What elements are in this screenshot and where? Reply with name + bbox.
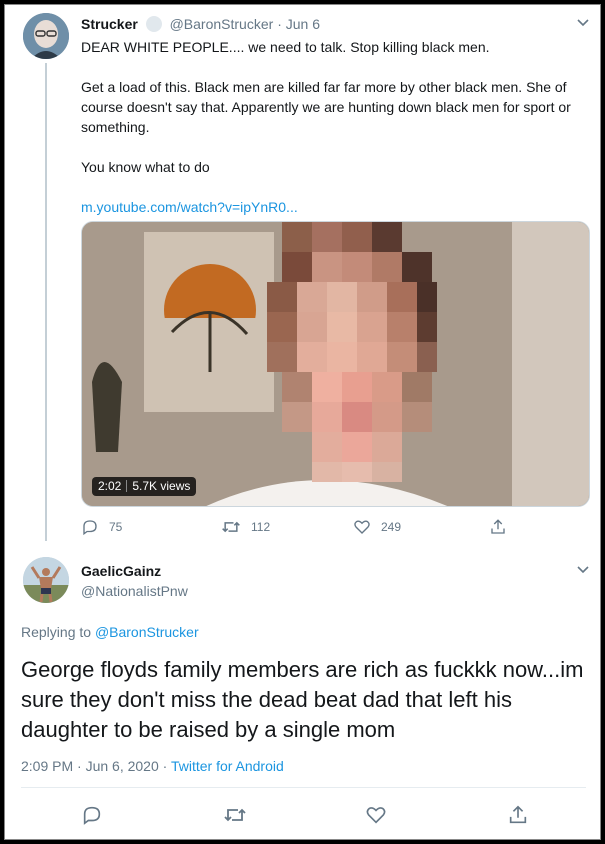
- tweet-thread-frame: Strucker @BaronStrucker · Jun 6 DEAR WHI…: [4, 4, 601, 840]
- replying-to-handle[interactable]: @BaronStrucker: [95, 624, 199, 640]
- tweet-header: Strucker @BaronStrucker · Jun 6: [81, 15, 320, 33]
- video-duration: 2:02: [98, 479, 122, 493]
- like-button[interactable]: [365, 805, 387, 825]
- retweet-button[interactable]: [223, 805, 247, 825]
- reply-icon: [83, 520, 97, 536]
- divider: [21, 787, 586, 788]
- tweet-date[interactable]: Jun 6: [286, 16, 320, 32]
- replying-to-line: Replying to @BaronStrucker: [21, 623, 199, 641]
- tweet-text-line: DEAR WHITE PEOPLE.... we need to talk. S…: [81, 39, 490, 55]
- video-duration-badge: 2:02 5.7K views: [92, 477, 197, 496]
- video-views: 5.7K views: [132, 479, 191, 493]
- video-player[interactable]: 2:02 5.7K views: [81, 221, 590, 507]
- retweet-icon: [222, 521, 240, 533]
- thread-connector-line: [45, 63, 47, 541]
- retweet-icon: [224, 808, 246, 822]
- tweet-actions: 75 112 249: [81, 517, 521, 537]
- verified-icon: [145, 16, 162, 32]
- like-count: 249: [381, 520, 402, 534]
- youtube-link[interactable]: m.youtube.com/watch?v=ipYnR0...: [81, 197, 586, 217]
- reply-icon: [83, 806, 101, 825]
- tweet-actions: [5, 805, 600, 829]
- reply-count: 75: [109, 520, 123, 534]
- tweet-meta: 2:09 PM · Jun 6, 2020 · Twitter for Andr…: [21, 757, 284, 775]
- reply-text: George floyds family members are rich as…: [21, 657, 584, 742]
- tweet-text-line: You know what to do: [81, 159, 210, 175]
- retweet-count: 112: [251, 520, 271, 534]
- separator: ·: [277, 16, 282, 32]
- tweet-text-line: Get a load of this. Black men are killed…: [81, 79, 571, 135]
- share-button[interactable]: [489, 517, 507, 537]
- avatar[interactable]: [23, 13, 69, 59]
- reply-button[interactable]: 75: [81, 517, 122, 537]
- like-icon: [366, 807, 386, 824]
- retweet-button[interactable]: 112: [221, 517, 270, 537]
- tweet-timestamp[interactable]: 2:09 PM · Jun 6, 2020 ·: [21, 758, 167, 774]
- share-icon: [491, 519, 505, 534]
- handle[interactable]: @BaronStrucker: [170, 16, 274, 32]
- replying-prefix: Replying to: [21, 624, 92, 640]
- like-icon: [354, 520, 370, 534]
- tweet-text: DEAR WHITE PEOPLE.... we need to talk. S…: [81, 37, 586, 217]
- chevron-down-icon[interactable]: [576, 562, 590, 576]
- share-icon: [509, 805, 527, 824]
- display-name[interactable]: GaelicGainz: [81, 562, 161, 580]
- like-button[interactable]: 249: [353, 517, 401, 537]
- video-thumbnail: [82, 222, 589, 506]
- avatar[interactable]: [23, 557, 69, 603]
- share-button[interactable]: [507, 805, 529, 825]
- tweet-source[interactable]: Twitter for Android: [171, 758, 284, 774]
- reply-button[interactable]: [81, 805, 103, 825]
- display-name[interactable]: Strucker: [81, 16, 138, 32]
- handle[interactable]: @NationalistPnw: [81, 582, 188, 600]
- chevron-down-icon[interactable]: [576, 15, 590, 29]
